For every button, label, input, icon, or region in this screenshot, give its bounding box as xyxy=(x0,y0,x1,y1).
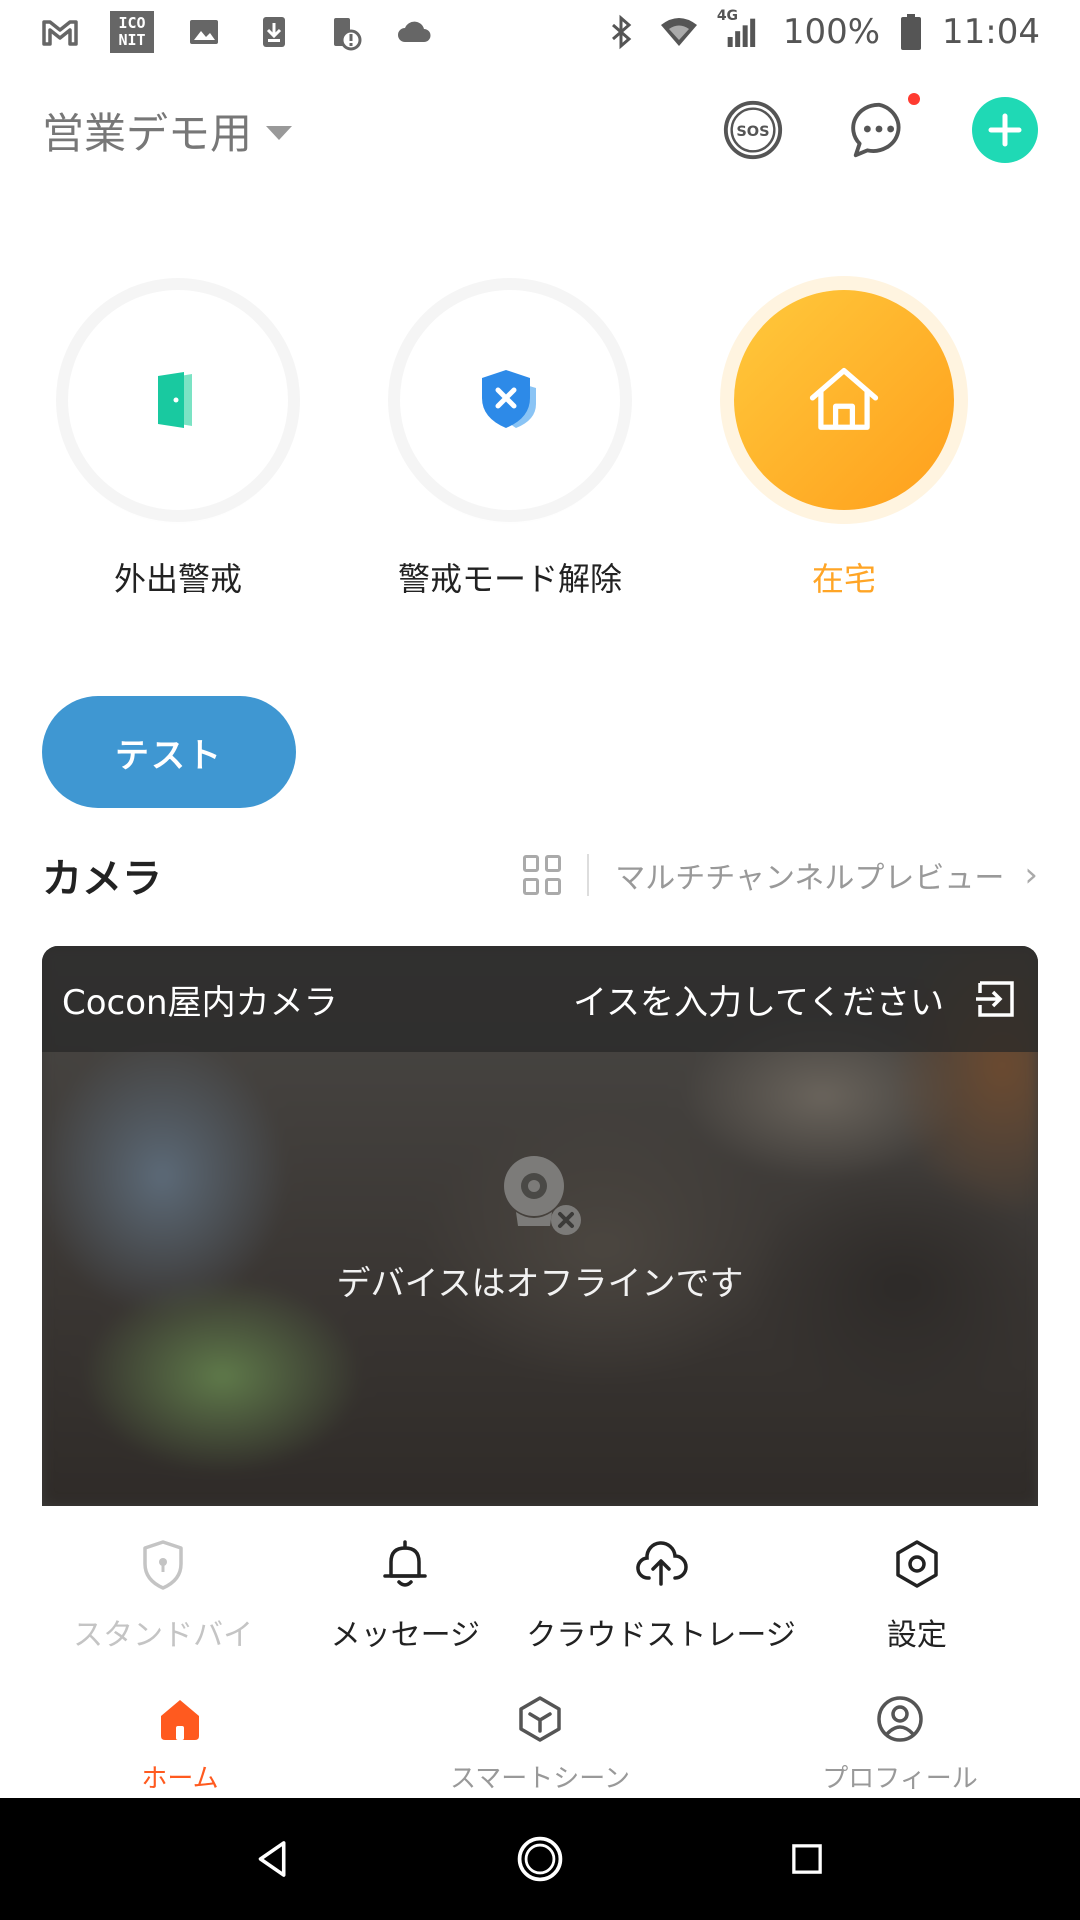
tab-home[interactable]: ホーム xyxy=(0,1676,360,1796)
mode-away[interactable]: 外出警戒 xyxy=(58,290,298,600)
notification-dot xyxy=(908,93,920,105)
chat-bubble-icon xyxy=(851,102,901,158)
mode-label: 外出警戒 xyxy=(113,560,242,598)
messages-quick-button[interactable]: メッセージ xyxy=(284,1536,526,1666)
bottom-tab-bar: ホーム スマートシーン プロフィール xyxy=(0,1676,1080,1796)
tab-smart-scene[interactable]: スマートシーン xyxy=(360,1676,720,1796)
cloud-storage-button[interactable]: クラウドストレージ xyxy=(526,1536,796,1666)
network-type: 4G xyxy=(716,8,739,24)
wifi-icon xyxy=(659,12,699,52)
status-bar: ICO NIT 4G 100% 11:04 xyxy=(0,0,1080,64)
image-icon xyxy=(184,12,224,52)
svg-text:SOS: SOS xyxy=(736,124,769,140)
chevron-right-icon: › xyxy=(1024,855,1038,895)
profile-icon xyxy=(877,1696,923,1742)
multi-preview-label: マルチチャンネルプレビュー xyxy=(615,861,1005,896)
square-icon xyxy=(791,1844,822,1874)
mode-away-circle[interactable] xyxy=(68,290,288,510)
signal-icon: 4G xyxy=(717,8,765,52)
gear-icon xyxy=(896,1540,938,1588)
gmail-icon xyxy=(40,12,80,52)
shield-x-icon xyxy=(482,370,536,428)
camera-name: Cocon屋内カメラ xyxy=(62,982,338,1023)
camera-quick-actions: スタンドバイ メッセージ クラウドストレージ 設定 xyxy=(42,1536,1038,1666)
settings-button[interactable]: 設定 xyxy=(796,1536,1038,1666)
app-header: 営業デモ用 SOS xyxy=(0,80,1080,180)
sos-button[interactable]: SOS xyxy=(720,97,786,163)
plus-icon xyxy=(988,113,1022,147)
tab-profile[interactable]: プロフィール xyxy=(720,1676,1080,1796)
tab-label: ホーム xyxy=(141,1764,219,1794)
tab-label: プロフィール xyxy=(822,1764,978,1794)
door-icon xyxy=(158,372,192,428)
camera-marquee-text: イスを入力してください xyxy=(573,982,944,1023)
house-icon xyxy=(809,367,879,430)
home-circle-icon xyxy=(517,1836,563,1882)
multi-preview-link[interactable]: マルチチャンネルプレビュー › xyxy=(523,853,1038,897)
mode-disarm[interactable]: 警戒モード解除 xyxy=(390,290,630,600)
camera-section-title: カメラ xyxy=(42,856,162,902)
home-selector[interactable]: 営業デモ用 xyxy=(42,100,293,161)
battery-alert-icon xyxy=(324,12,364,52)
bell-icon xyxy=(383,1540,428,1587)
battery-percent: 100% xyxy=(782,12,881,52)
recents-button[interactable] xyxy=(779,1831,835,1887)
quick-action-label: スタンドバイ xyxy=(73,1618,254,1653)
grid-icon[interactable] xyxy=(523,855,563,895)
quick-action-label: メッセージ xyxy=(330,1618,480,1653)
add-device-button[interactable] xyxy=(972,97,1038,163)
home-name: 営業デモ用 xyxy=(42,108,253,158)
shield-icon xyxy=(143,1540,183,1590)
cube-icon xyxy=(519,1696,561,1742)
mode-disarm-circle[interactable] xyxy=(400,290,620,510)
standby-button[interactable]: スタンドバイ xyxy=(42,1536,284,1666)
clock: 11:04 xyxy=(942,12,1040,52)
back-button[interactable] xyxy=(245,1831,301,1887)
mode-label: 警戒モード解除 xyxy=(397,560,622,598)
home-nav-button[interactable] xyxy=(512,1831,568,1887)
divider xyxy=(587,854,590,896)
battery-icon xyxy=(898,12,924,52)
back-triangle-icon xyxy=(259,1841,286,1877)
messages-button[interactable] xyxy=(846,93,920,163)
sos-icon: SOS xyxy=(723,100,783,160)
camera-card[interactable]: Cocon屋内カメラ イスを入力してください デバイスはオフラインです xyxy=(42,946,1038,1506)
bluetooth-icon xyxy=(601,12,641,52)
system-nav-bar xyxy=(0,1798,1080,1920)
download-icon xyxy=(254,12,294,52)
home-icon xyxy=(161,1700,199,1740)
offline-overlay: デバイスはオフラインです xyxy=(42,1146,1038,1305)
mode-label: 在宅 xyxy=(811,560,876,598)
tab-label: スマートシーン xyxy=(450,1764,630,1794)
iconit-app-icon: ICO NIT xyxy=(110,11,154,53)
test-button[interactable]: テスト xyxy=(42,696,296,808)
quick-action-label: クラウドストレージ xyxy=(526,1618,796,1653)
exit-icon[interactable] xyxy=(974,977,1018,1021)
chevron-down-icon xyxy=(266,126,293,140)
quick-action-label: 設定 xyxy=(886,1618,947,1653)
cloud-upload-icon xyxy=(636,1541,688,1586)
offline-message: デバイスはオフラインです xyxy=(336,1264,744,1304)
mode-home-circle[interactable] xyxy=(734,290,954,510)
mode-home[interactable]: 在宅 xyxy=(724,290,964,600)
cloud-icon xyxy=(394,12,434,52)
camera-section-header: カメラ マルチチャンネルプレビュー › xyxy=(42,840,1038,910)
camera-offline-icon xyxy=(490,1146,590,1246)
camera-card-header: Cocon屋内カメラ イスを入力してください xyxy=(42,946,1038,1052)
